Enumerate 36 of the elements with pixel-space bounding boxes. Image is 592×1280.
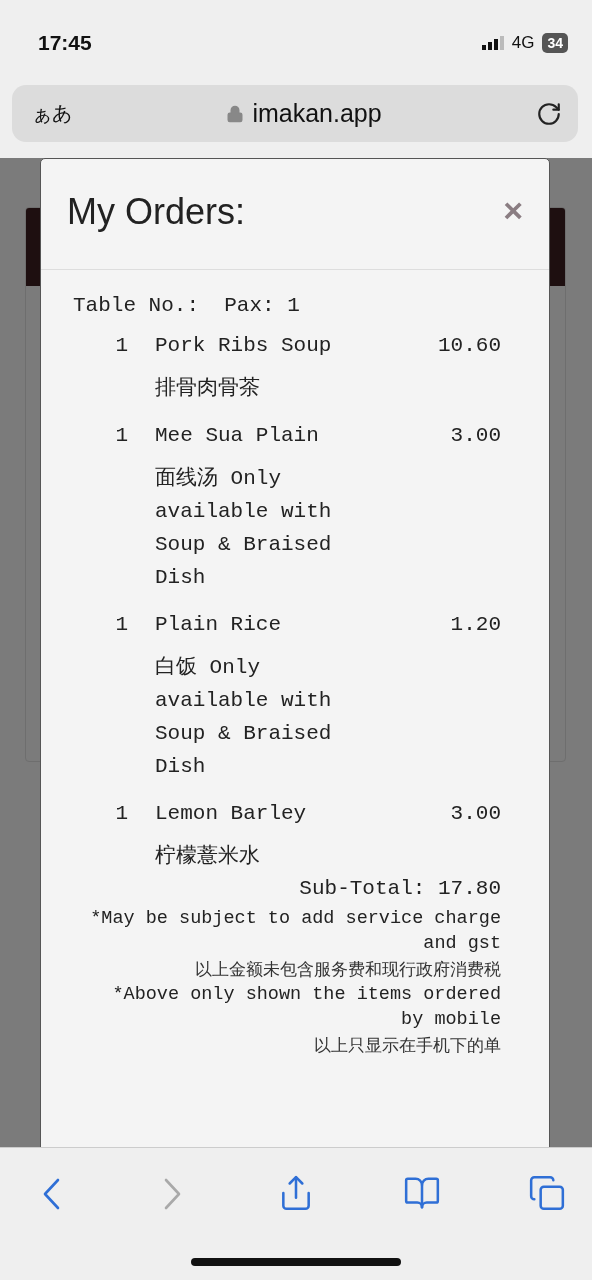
item-quantity: 1 (114, 801, 129, 827)
address-bar[interactable]: ぁあ imakan.app (12, 85, 578, 142)
item-price: 1.20 (449, 612, 501, 638)
item-name: Mee Sua Plain (155, 423, 320, 449)
item-quantity: 1 (114, 333, 129, 359)
forward-icon (163, 1178, 182, 1210)
note-text: 以上金额未包含服务费和现行政府消费税 (195, 958, 501, 981)
text-size-button[interactable]: ぁあ (32, 100, 72, 127)
signal-icon (481, 35, 504, 50)
note-text: 以上只显示在手机下的单 (314, 1034, 501, 1057)
note-text: *May be subject to add service charge and gst (89, 907, 501, 956)
item-price: 3.00 (449, 801, 501, 827)
url-text: imakan.app (252, 99, 382, 128)
item-description: 排骨肉骨茶 (155, 375, 261, 402)
item-name: Pork Ribs Soup (155, 333, 333, 359)
item-description: 白饭 Only available with Soup & Braised Dish (155, 655, 333, 780)
tabs-icon (528, 1174, 566, 1212)
dialog-title: My Orders: (67, 191, 245, 233)
item-name: Lemon Barley (155, 801, 308, 827)
clock-time: 17:45 (38, 30, 92, 55)
note-text: *Above only shown the items ordered by mobile (111, 983, 501, 1032)
item-description: 柠檬薏米水 (155, 843, 261, 870)
item-description: 面线汤 Only available with Soup & Braised Dish (155, 465, 333, 591)
battery-level: 34 (542, 32, 568, 53)
close-button[interactable]: × (503, 193, 523, 227)
lock-icon (226, 104, 245, 123)
item-price: 10.60 (437, 333, 501, 359)
item-name: Plain Rice (155, 612, 283, 638)
table-info: Table No.: Pax: 1 (73, 294, 301, 317)
item-quantity: 1 (114, 612, 129, 638)
network-label: 4G (511, 32, 535, 53)
subtotal: Sub-Total: 17.80 (298, 877, 501, 900)
item-price: 3.00 (449, 423, 501, 449)
back-icon (42, 1178, 60, 1210)
reload-icon[interactable] (536, 100, 562, 127)
item-quantity: 1 (114, 423, 129, 449)
